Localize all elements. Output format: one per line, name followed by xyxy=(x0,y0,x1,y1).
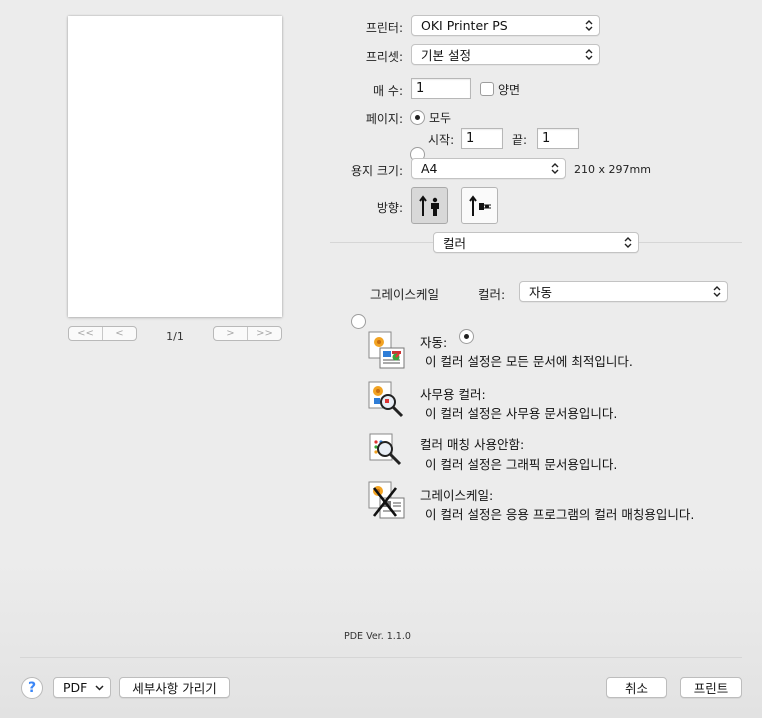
landscape-orientation-button[interactable] xyxy=(461,187,498,224)
graphics-color-icon xyxy=(366,430,408,472)
pages-to-field[interactable]: 1 xyxy=(537,128,579,149)
preset-label: 프리셋: xyxy=(365,50,403,64)
preview-nav-back-group: << < xyxy=(68,326,137,341)
graphics-description-title: 컬러 매칭 사용안함: xyxy=(420,437,525,452)
footer-separator xyxy=(20,657,742,658)
previous-page-button[interactable]: < xyxy=(102,327,136,340)
next-page-button[interactable]: > xyxy=(214,327,247,340)
help-icon: ? xyxy=(27,680,37,696)
office-description-body: 이 컬러 설정은 사무용 문서용입니다. xyxy=(425,406,618,421)
print-button[interactable]: 프린트 xyxy=(680,677,742,698)
help-button[interactable]: ? xyxy=(21,677,43,699)
office-color-icon xyxy=(366,380,408,422)
pages-all-label: 모두 xyxy=(429,111,452,125)
updown-arrows-icon xyxy=(624,237,632,248)
chevron-down-icon xyxy=(95,685,104,691)
landscape-icon xyxy=(468,194,491,216)
graphics-description-body: 이 컬러 설정은 그래픽 문서용입니다. xyxy=(425,457,618,472)
grayscale-description-title: 그레이스케일: xyxy=(420,488,494,503)
duplex-label: 양면 xyxy=(498,83,521,97)
copies-field[interactable]: 1 xyxy=(411,78,471,99)
pages-label: 페이지: xyxy=(365,112,403,126)
auto-color-icon xyxy=(366,330,408,372)
pdf-label: PDF xyxy=(63,680,88,695)
grayscale-icon xyxy=(366,480,408,522)
paper-size-value: A4 xyxy=(421,161,438,176)
pages-from-field[interactable]: 1 xyxy=(461,128,503,149)
updown-arrows-icon xyxy=(551,163,559,174)
color-label: 컬러: xyxy=(478,287,506,302)
hide-details-button[interactable]: 세부사항 가리기 xyxy=(119,677,230,698)
preset-value: 기본 설정 xyxy=(421,48,471,63)
office-description-title: 사무용 컬러: xyxy=(420,387,486,402)
color-mode-value: 자동 xyxy=(529,285,553,300)
printer-value: OKI Printer PS xyxy=(421,18,508,33)
auto-description-title: 자동: xyxy=(420,335,448,350)
grayscale-label: 그레이스케일 xyxy=(370,287,440,302)
orientation-label: 방향: xyxy=(376,201,403,215)
printer-popup[interactable]: OKI Printer PS xyxy=(411,15,600,36)
pages-all-radio[interactable] xyxy=(410,110,425,125)
grayscale-description-body: 이 컬러 설정은 응용 프로그램의 컬러 매칭용입니다. xyxy=(425,507,695,522)
color-mode-popup[interactable]: 자동 xyxy=(519,281,728,302)
color-radio[interactable] xyxy=(459,329,474,344)
pages-to-label: 끝: xyxy=(512,133,528,147)
pages-from-label: 시작: xyxy=(428,133,455,147)
first-page-button[interactable]: << xyxy=(69,327,102,340)
cancel-button[interactable]: 취소 xyxy=(606,677,667,698)
section-popup-value: 컬러 xyxy=(443,236,467,251)
paper-size-label: 용지 크기: xyxy=(350,164,403,178)
pdf-menu-button[interactable]: PDF xyxy=(53,677,111,698)
page-indicator: 1/1 xyxy=(166,330,184,343)
pde-version: PDE Ver. 1.1.0 xyxy=(344,631,411,642)
paper-size-popup[interactable]: A4 xyxy=(411,158,566,179)
portrait-icon xyxy=(418,194,439,216)
grayscale-radio[interactable] xyxy=(351,314,366,329)
last-page-button[interactable]: >> xyxy=(247,327,281,340)
portrait-orientation-button[interactable] xyxy=(411,187,448,224)
print-preview-page xyxy=(68,16,282,317)
updown-arrows-icon xyxy=(713,286,721,297)
auto-description-body: 이 컬러 설정은 모든 문서에 최적입니다. xyxy=(425,354,633,369)
preview-nav-forward-group: > >> xyxy=(213,326,282,341)
section-popup[interactable]: 컬러 xyxy=(433,232,639,253)
duplex-checkbox[interactable] xyxy=(480,82,494,96)
updown-arrows-icon xyxy=(585,20,593,31)
preset-popup[interactable]: 기본 설정 xyxy=(411,44,600,65)
printer-label: 프린터: xyxy=(365,21,403,35)
paper-dimensions: 210 x 297mm xyxy=(574,163,651,176)
copies-label: 매 수: xyxy=(373,84,403,98)
updown-arrows-icon xyxy=(585,49,593,60)
